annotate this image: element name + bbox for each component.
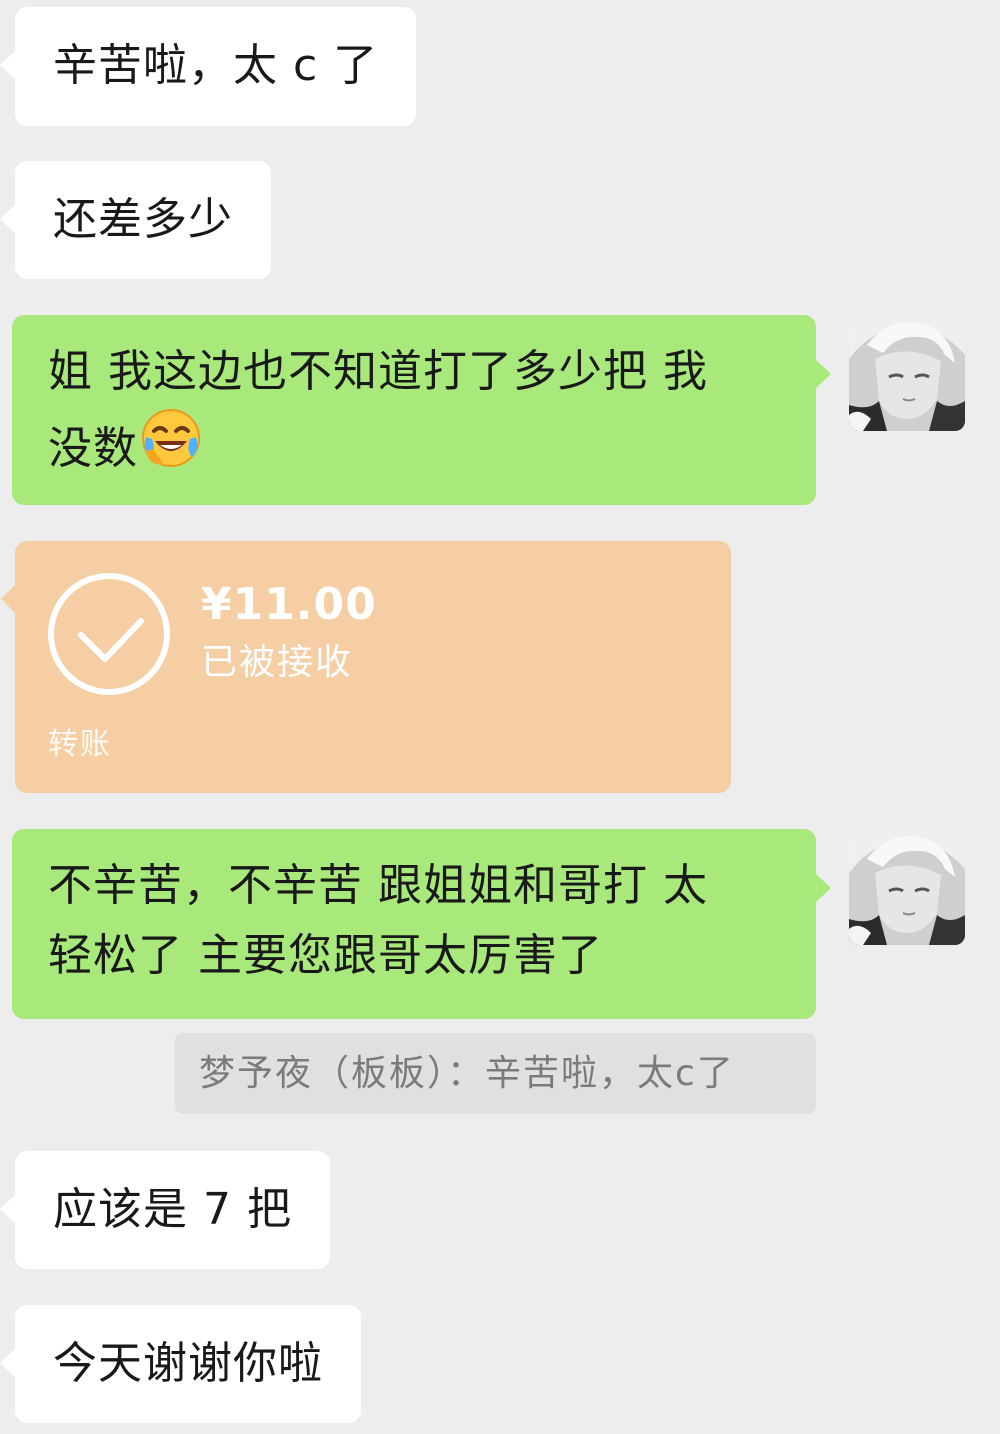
message-text-line: 姐 我这边也不知道打了多少把 我	[48, 346, 708, 397]
message-bubble-received[interactable]: 应该是 7 把	[0, 1151, 330, 1269]
message-bubble-sent[interactable]: 不辛苦，不辛苦 跟姐姐和哥打 太 轻松了 主要您跟哥太厉害了	[12, 829, 831, 1019]
message-bubble-received[interactable]: 还差多少	[0, 161, 271, 279]
transfer-status: 已被接收	[201, 642, 354, 683]
message-bubble-received[interactable]: 辛苦啦，太 c 了	[0, 7, 417, 126]
check-circle-icon	[47, 571, 191, 705]
quoted-message-text: 梦予夜（板板）：辛苦啦，太c了	[199, 1053, 735, 1094]
message-text-line: 没数	[48, 407, 782, 490]
message-text: 应该是 7 把	[53, 1184, 292, 1235]
transfer-amount: ¥11.00	[201, 579, 377, 630]
avatar[interactable]	[849, 829, 965, 945]
message-bubble-received[interactable]: 今天谢谢你啦	[0, 1305, 361, 1423]
transfer-label: 转账	[48, 727, 112, 762]
transfer-card[interactable]: ¥11.00 已被接收 转账	[1, 541, 731, 793]
message-text: 辛苦啦，太 c 了	[53, 40, 379, 91]
message-text: 今天谢谢你啦	[53, 1338, 323, 1389]
message-bubble-sent[interactable]: 姐 我这边也不知道打了多少把 我 没数	[12, 315, 831, 505]
message-text-segment: 没数	[48, 423, 138, 474]
message-text-line: 不辛苦，不辛苦 跟姐姐和哥打 太	[48, 860, 708, 911]
face-with-tears-of-joy-icon	[140, 407, 202, 490]
message-text: 还差多少	[53, 194, 233, 245]
message-text-line: 轻松了 主要您跟哥太厉害了	[48, 930, 603, 981]
avatar[interactable]	[849, 315, 965, 431]
quoted-message[interactable]: 梦予夜（板板）：辛苦啦，太c了	[175, 1033, 816, 1114]
